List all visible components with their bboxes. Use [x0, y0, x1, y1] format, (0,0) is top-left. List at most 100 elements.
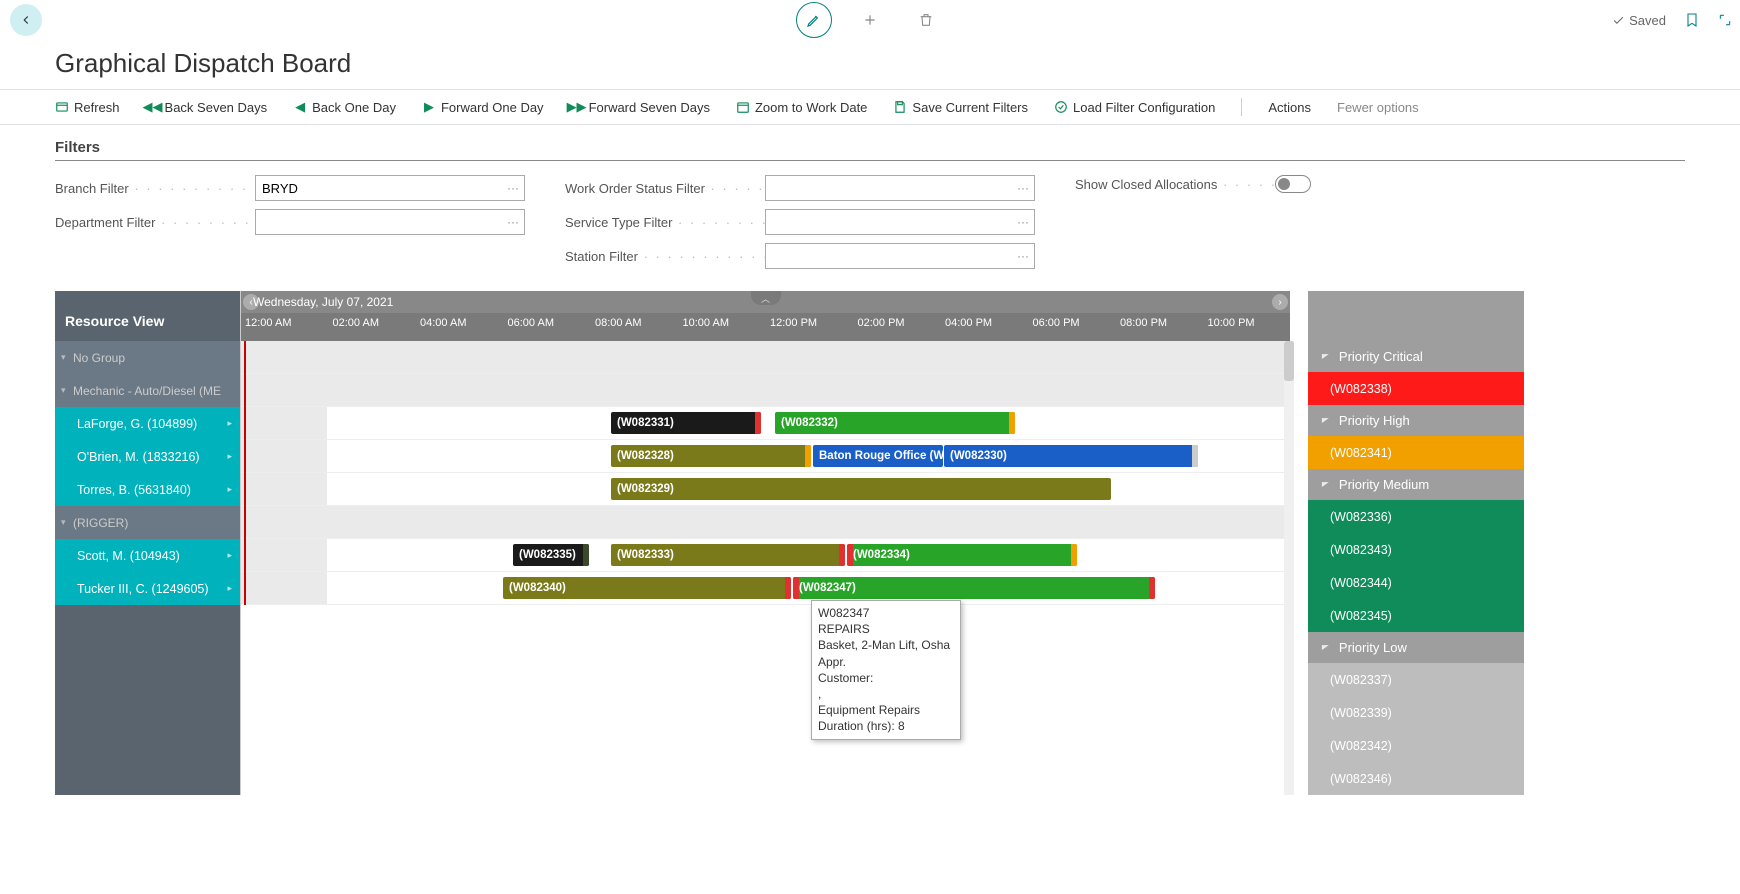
save-icon	[893, 100, 907, 114]
timeline-lane[interactable]: (W082328)Baton Rouge Office (W08(W082330…	[241, 440, 1290, 473]
priority-item[interactable]: (W082343)	[1308, 533, 1524, 566]
priority-item[interactable]: (W082345)	[1308, 599, 1524, 632]
priority-item[interactable]: (W082339)	[1308, 696, 1524, 729]
timeline-lane[interactable]: (W082340)(W082347)W082347REPAIRSBasket, …	[241, 572, 1290, 605]
forward-one-action[interactable]: ▶ Forward One Day	[422, 100, 544, 115]
rewind-icon: ◀◀	[146, 100, 160, 114]
department-filter-label: Department Filter	[55, 215, 255, 230]
work-order-bar[interactable]: (W082340)	[503, 577, 791, 599]
new-button[interactable]	[852, 2, 888, 38]
priority-panel: Priority Critical (W082338) Priority Hig…	[1308, 291, 1524, 795]
collapse-tab[interactable]: ︿	[751, 291, 781, 305]
delete-button[interactable]	[908, 2, 944, 38]
priority-item[interactable]: (W082337)	[1308, 663, 1524, 696]
branch-filter-label: Branch Filter	[55, 181, 255, 196]
back-button[interactable]	[10, 4, 42, 36]
priority-medium-heading[interactable]: Priority Medium	[1308, 469, 1524, 500]
resource-row[interactable]: LaForge, G. (104899)▸	[55, 407, 240, 440]
group-lane	[241, 506, 1290, 539]
action-bar: Refresh ◀◀ Back Seven Days ◀ Back One Da…	[0, 89, 1740, 125]
work-order-bar[interactable]: (W082331)	[611, 412, 761, 434]
time-tick: 10:00 PM	[1208, 317, 1255, 329]
back-seven-label: Back Seven Days	[165, 100, 268, 115]
priority-item[interactable]: (W082341)	[1308, 436, 1524, 469]
priority-item[interactable]: (W082338)	[1308, 372, 1524, 405]
department-filter-input[interactable]	[255, 209, 525, 235]
wo-status-filter-label: Work Order Status Filter	[565, 181, 765, 196]
actions-menu[interactable]: Actions	[1268, 100, 1311, 115]
zoom-action[interactable]: Zoom to Work Date	[736, 100, 867, 115]
timeline-lane[interactable]: (W082329)	[241, 473, 1290, 506]
fewer-options-link[interactable]: Fewer options	[1337, 100, 1419, 115]
bookmark-icon[interactable]	[1684, 12, 1700, 28]
save-filters-label: Save Current Filters	[912, 100, 1028, 115]
separator	[1241, 98, 1242, 116]
next-day-button[interactable]: ›	[1272, 294, 1288, 310]
work-order-bar[interactable]: (W082335)	[513, 544, 589, 566]
timeline-lane[interactable]: (W082335) (W082333)(W082334)	[241, 539, 1290, 572]
vertical-scrollbar[interactable]	[1284, 341, 1294, 795]
resource-row[interactable]: Scott, M. (104943)▸	[55, 539, 240, 572]
priority-low-heading[interactable]: Priority Low	[1308, 632, 1524, 663]
refresh-action[interactable]: Refresh	[55, 100, 120, 115]
timeline-date: Wednesday, July 07, 2021	[253, 295, 393, 309]
calendar-icon	[736, 100, 750, 114]
priority-item[interactable]: (W082336)	[1308, 500, 1524, 533]
load-icon	[1054, 100, 1068, 114]
resource-group[interactable]: ▾No Group	[55, 341, 240, 374]
saved-label: Saved	[1629, 13, 1666, 28]
top-bar: Saved	[0, 0, 1740, 40]
time-tick: 02:00 PM	[858, 317, 905, 329]
resource-view-heading: Resource View	[55, 291, 240, 341]
load-filters-action[interactable]: Load Filter Configuration	[1054, 100, 1215, 115]
zoom-label: Zoom to Work Date	[755, 100, 867, 115]
work-order-bar[interactable]: (W082329)	[611, 478, 1111, 500]
forward-one-label: Forward One Day	[441, 100, 544, 115]
expand-icon[interactable]	[1718, 13, 1732, 27]
branch-filter-input[interactable]	[255, 175, 525, 201]
arrow-left-icon	[19, 13, 33, 27]
service-type-filter-input[interactable]	[765, 209, 1035, 235]
work-order-bar[interactable]: (W082328)	[611, 445, 811, 467]
back-one-label: Back One Day	[312, 100, 396, 115]
filters-section: Filters Branch Filter ··· Department Fil…	[0, 125, 1740, 277]
edit-button[interactable]	[796, 2, 832, 38]
work-order-bar[interactable]: (W082334)	[847, 544, 1077, 566]
resource-row[interactable]: O'Brien, M. (1833216)▸	[55, 440, 240, 473]
wo-status-filter-input[interactable]	[765, 175, 1035, 201]
top-right-actions: Saved	[1612, 12, 1732, 28]
gantt-container: Resource View ▾No Group▾Mechanic - Auto/…	[0, 277, 1740, 795]
work-order-tooltip: W082347REPAIRSBasket, 2-Man Lift, Osha A…	[811, 600, 961, 740]
resource-row[interactable]: Tucker III, C. (1249605)▸	[55, 572, 240, 605]
time-tick: 12:00 PM	[770, 317, 817, 329]
ffwd-icon: ▶▶	[570, 100, 584, 114]
priority-item[interactable]: (W082344)	[1308, 566, 1524, 599]
save-filters-action[interactable]: Save Current Filters	[893, 100, 1028, 115]
work-order-bar[interactable]: (W082330)	[944, 445, 1198, 467]
timeline-lane[interactable]: (W082331) (W082332)	[241, 407, 1290, 440]
filters-heading: Filters	[55, 139, 1685, 161]
resource-column: Resource View ▾No Group▾Mechanic - Auto/…	[55, 291, 240, 795]
priority-high-heading[interactable]: Priority High	[1308, 405, 1524, 436]
forward-seven-action[interactable]: ▶▶ Forward Seven Days	[570, 100, 710, 115]
work-order-bar[interactable]: (W082333)	[611, 544, 845, 566]
station-filter-input[interactable]	[765, 243, 1035, 269]
prev-icon: ◀	[293, 100, 307, 114]
priority-critical-heading[interactable]: Priority Critical	[1308, 341, 1524, 372]
refresh-label: Refresh	[74, 100, 120, 115]
priority-item[interactable]: (W082346)	[1308, 762, 1524, 795]
priority-item[interactable]: (W082342)	[1308, 729, 1524, 762]
work-order-bar[interactable]: (W082332)	[775, 412, 1015, 434]
work-order-bar[interactable]: (W082347)	[793, 577, 1155, 599]
work-order-bar[interactable]: Baton Rouge Office (W08	[813, 445, 943, 467]
page-title: Graphical Dispatch Board	[0, 40, 1740, 89]
prev-day-button[interactable]: ‹	[243, 294, 259, 310]
group-lane	[241, 374, 1290, 407]
show-closed-toggle[interactable]	[1275, 175, 1311, 193]
resource-row[interactable]: Torres, B. (5631840)▸	[55, 473, 240, 506]
time-tick: 06:00 AM	[508, 317, 554, 329]
back-one-action[interactable]: ◀ Back One Day	[293, 100, 396, 115]
resource-group[interactable]: ▾Mechanic - Auto/Diesel (ME	[55, 374, 240, 407]
resource-group[interactable]: ▾(RIGGER)	[55, 506, 240, 539]
back-seven-action[interactable]: ◀◀ Back Seven Days	[146, 100, 268, 115]
